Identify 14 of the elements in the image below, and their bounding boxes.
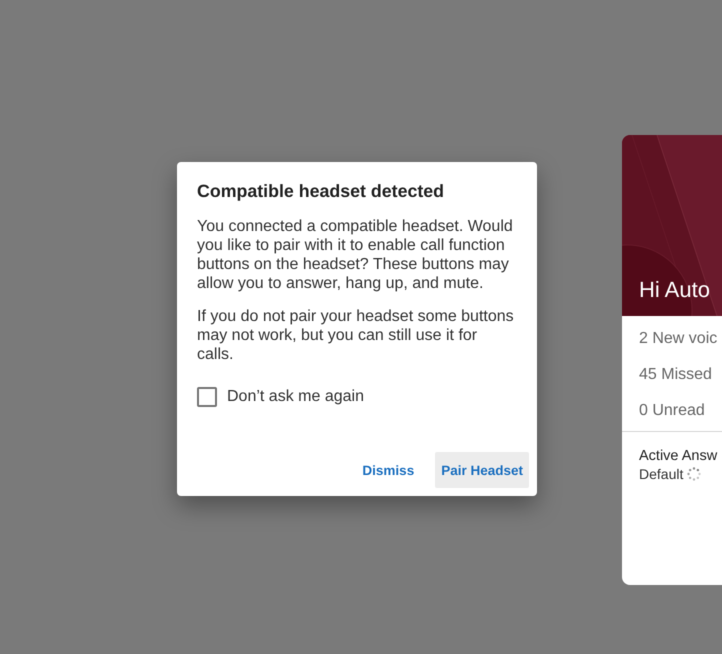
active-answer-value: Default [639, 465, 684, 483]
stat-item[interactable]: 2 New voic [622, 321, 722, 357]
stat-item[interactable]: 0 Unread [622, 393, 722, 429]
stat-item[interactable]: 45 Missed [622, 357, 722, 393]
spinner-icon [687, 467, 702, 481]
dismiss-button[interactable]: Dismiss [356, 452, 420, 488]
dialog-message: You connected a compatible headset. Would you like to pair with it to enable call function buttons on the headset? These buttons may allow you to answer, hang up, and mute. [197, 217, 514, 293]
greeting-title: Hi Auto [639, 277, 710, 303]
checkbox[interactable] [197, 387, 217, 407]
dialog-message: If you do not pair your headset some buttons may not work, but you can still use it for calls. [197, 307, 515, 364]
pair-button[interactable]: Pair Headset [435, 452, 529, 488]
checkbox-label[interactable]: Don’t ask me again [227, 387, 364, 407]
active-answer-title: Active Answ [639, 447, 718, 465]
dialog-title: Compatible headset detected [197, 180, 446, 202]
